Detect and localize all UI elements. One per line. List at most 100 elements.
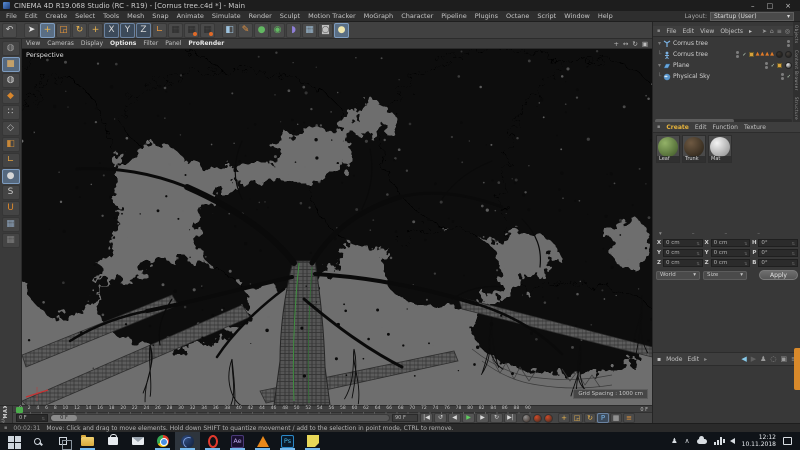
vp-menu-filter[interactable]: Filter — [143, 40, 158, 47]
rotate-tool-icon[interactable]: ↻ — [72, 23, 87, 38]
network-icon[interactable] — [714, 437, 723, 445]
material-tag-icon[interactable] — [776, 51, 783, 58]
pla-key-toggle[interactable]: ▦ — [610, 413, 622, 423]
visibility-dots[interactable] — [736, 51, 739, 58]
vp-menu-display[interactable]: Display — [81, 40, 103, 47]
coord-rotation-field-h[interactable]: 0°⇅ — [758, 239, 798, 247]
sticky-notes-button[interactable] — [300, 432, 325, 450]
record-keyframe-button[interactable] — [522, 414, 531, 423]
menu-character[interactable]: Character — [401, 12, 433, 20]
show-hidden-icons-caret[interactable]: ∧ — [685, 438, 690, 445]
position-mode-dropdown[interactable]: World ▾ — [656, 271, 700, 280]
material-item[interactable]: Leaf — [656, 135, 680, 163]
onedrive-icon[interactable] — [697, 439, 707, 444]
menu-mograph[interactable]: MoGraph — [364, 12, 394, 20]
menu-pipeline[interactable]: Pipeline — [441, 12, 466, 20]
power-slider[interactable]: 0 F — [50, 414, 390, 422]
texture-tag-icon[interactable]: ▲ — [760, 52, 764, 57]
menu-render[interactable]: Render — [249, 12, 272, 20]
polygon-mode-icon[interactable]: ◧ — [2, 137, 20, 152]
camera-icon[interactable]: ◙ — [318, 23, 333, 38]
mat-menu-create[interactable]: Create — [666, 124, 688, 131]
viewport-scene[interactable]: Perspective Grid Spacing : 1000 cm — [22, 49, 652, 405]
previous-frame-button[interactable]: ◀ — [448, 413, 461, 423]
mat-menu-texture[interactable]: Texture — [744, 124, 766, 131]
menu-edit[interactable]: Edit — [25, 12, 38, 20]
coord-size-field-z[interactable]: 0 cm⇅ — [711, 259, 751, 267]
object-row[interactable]: ▾Cornus tree — [653, 38, 794, 49]
om-menu-view[interactable]: View — [700, 28, 714, 35]
live-selection-icon[interactable]: ➤ — [24, 23, 39, 38]
photoshop-button[interactable]: Ps — [275, 432, 300, 450]
start-button[interactable] — [0, 432, 25, 450]
magnet-snap-icon[interactable]: U — [2, 201, 20, 216]
close-button[interactable]: × — [785, 2, 791, 10]
menu-sculpt[interactable]: Sculpt — [280, 12, 300, 20]
timeline-ruler[interactable]: 0246810121416182022242628303234363840424… — [13, 406, 652, 413]
mode-label[interactable]: Mode — [666, 356, 682, 363]
locked-workplane-icon[interactable]: ▦ — [2, 233, 20, 248]
coord-position-field-z[interactable]: 0 cm⇅ — [663, 259, 703, 267]
back-icon[interactable]: ◀ — [741, 356, 746, 363]
viewport[interactable]: ViewCamerasDisplayOptionsFilterPanelProR… — [22, 39, 652, 405]
mail-button[interactable] — [125, 432, 150, 450]
volume-icon[interactable] — [730, 438, 735, 444]
lock-y-axis-button[interactable]: Y — [120, 23, 135, 38]
tab-attributes[interactable] — [794, 348, 800, 390]
deformer-icon[interactable]: ◗ — [286, 23, 301, 38]
phong-tag-icon[interactable] — [777, 63, 782, 68]
lock-x-axis-button[interactable]: X — [104, 23, 119, 38]
menu-tools[interactable]: Tools — [103, 12, 119, 20]
layout-select[interactable]: Startup (User) ▾ — [710, 12, 794, 21]
chrome-button[interactable] — [150, 432, 175, 450]
mat-menu-edit[interactable]: Edit — [695, 124, 707, 131]
next-frame-button[interactable]: ▶ — [476, 413, 489, 423]
zoom-view-icon[interactable]: ↔ — [623, 40, 628, 48]
point-mode-icon[interactable]: ∷ — [2, 105, 20, 120]
hidden-icons-person[interactable]: ♟ — [671, 438, 677, 445]
om-home-icon[interactable]: ⌂ — [770, 28, 774, 35]
render-picture-viewer-icon[interactable]: ▦ — [184, 23, 199, 38]
menu-window[interactable]: Window — [564, 12, 590, 20]
previous-key-button[interactable]: ↺ — [434, 413, 447, 423]
menu-file[interactable]: File — [6, 12, 17, 20]
texture-tag-icon[interactable]: ▲ — [765, 52, 769, 57]
side-tab-objects[interactable]: Objects — [794, 25, 799, 44]
viewport-solo-icon[interactable]: ● — [2, 169, 20, 184]
om-menu-edit[interactable]: Edit — [682, 28, 694, 35]
workplane-grid-icon[interactable]: ▦ — [2, 217, 20, 232]
last-tool-icon[interactable]: + — [88, 23, 103, 38]
vp-menu-panel[interactable]: Panel — [165, 40, 181, 47]
menu-motion-tracker[interactable]: Motion Tracker — [308, 12, 356, 20]
apply-button[interactable]: Apply — [759, 270, 798, 280]
om-cursor-icon[interactable]: ➤ — [762, 28, 767, 35]
model-mode-icon[interactable]: ■ — [2, 57, 20, 72]
vp-menu-cameras[interactable]: Cameras — [47, 40, 74, 47]
workplane-mode-icon[interactable]: ◆ — [2, 89, 20, 104]
end-frame-field[interactable]: 90 F — [392, 414, 418, 422]
edge-mode-icon[interactable]: ◇ — [2, 121, 20, 136]
material-item[interactable]: Trunk — [682, 135, 706, 163]
environment-icon[interactable]: ▦ — [302, 23, 317, 38]
coord-rotation-field-b[interactable]: 0°⇅ — [758, 259, 798, 267]
toggle-view-icon[interactable]: ▣ — [642, 40, 648, 48]
play-mode-button[interactable]: ↻ — [490, 413, 503, 423]
maximize-button[interactable]: □ — [767, 2, 774, 10]
current-frame-field[interactable]: 0 F⇅ — [16, 414, 48, 422]
texture-tag-icon[interactable]: ▲ — [770, 52, 774, 57]
enabled-check-icon[interactable]: ✓ — [787, 74, 791, 80]
menu-help[interactable]: Help — [598, 12, 613, 20]
menu-create[interactable]: Create — [45, 12, 67, 20]
vp-menu-view[interactable]: View — [26, 40, 40, 47]
magnify-icon[interactable]: ◌ — [770, 356, 776, 363]
undo-icon[interactable]: ↶ — [2, 23, 17, 38]
record-active-objects-button[interactable] — [533, 414, 542, 423]
opera-button[interactable] — [200, 432, 225, 450]
render-view-icon[interactable]: ▦ — [168, 23, 183, 38]
position-key-toggle[interactable]: + — [558, 413, 570, 423]
size-mode-dropdown[interactable]: Size ▾ — [703, 271, 747, 280]
render-settings-icon[interactable]: ▦ — [200, 23, 215, 38]
material-tag-icon[interactable] — [785, 51, 792, 58]
menu-octane[interactable]: Octane — [506, 12, 529, 20]
lock-icon[interactable]: ▣ — [781, 356, 788, 363]
